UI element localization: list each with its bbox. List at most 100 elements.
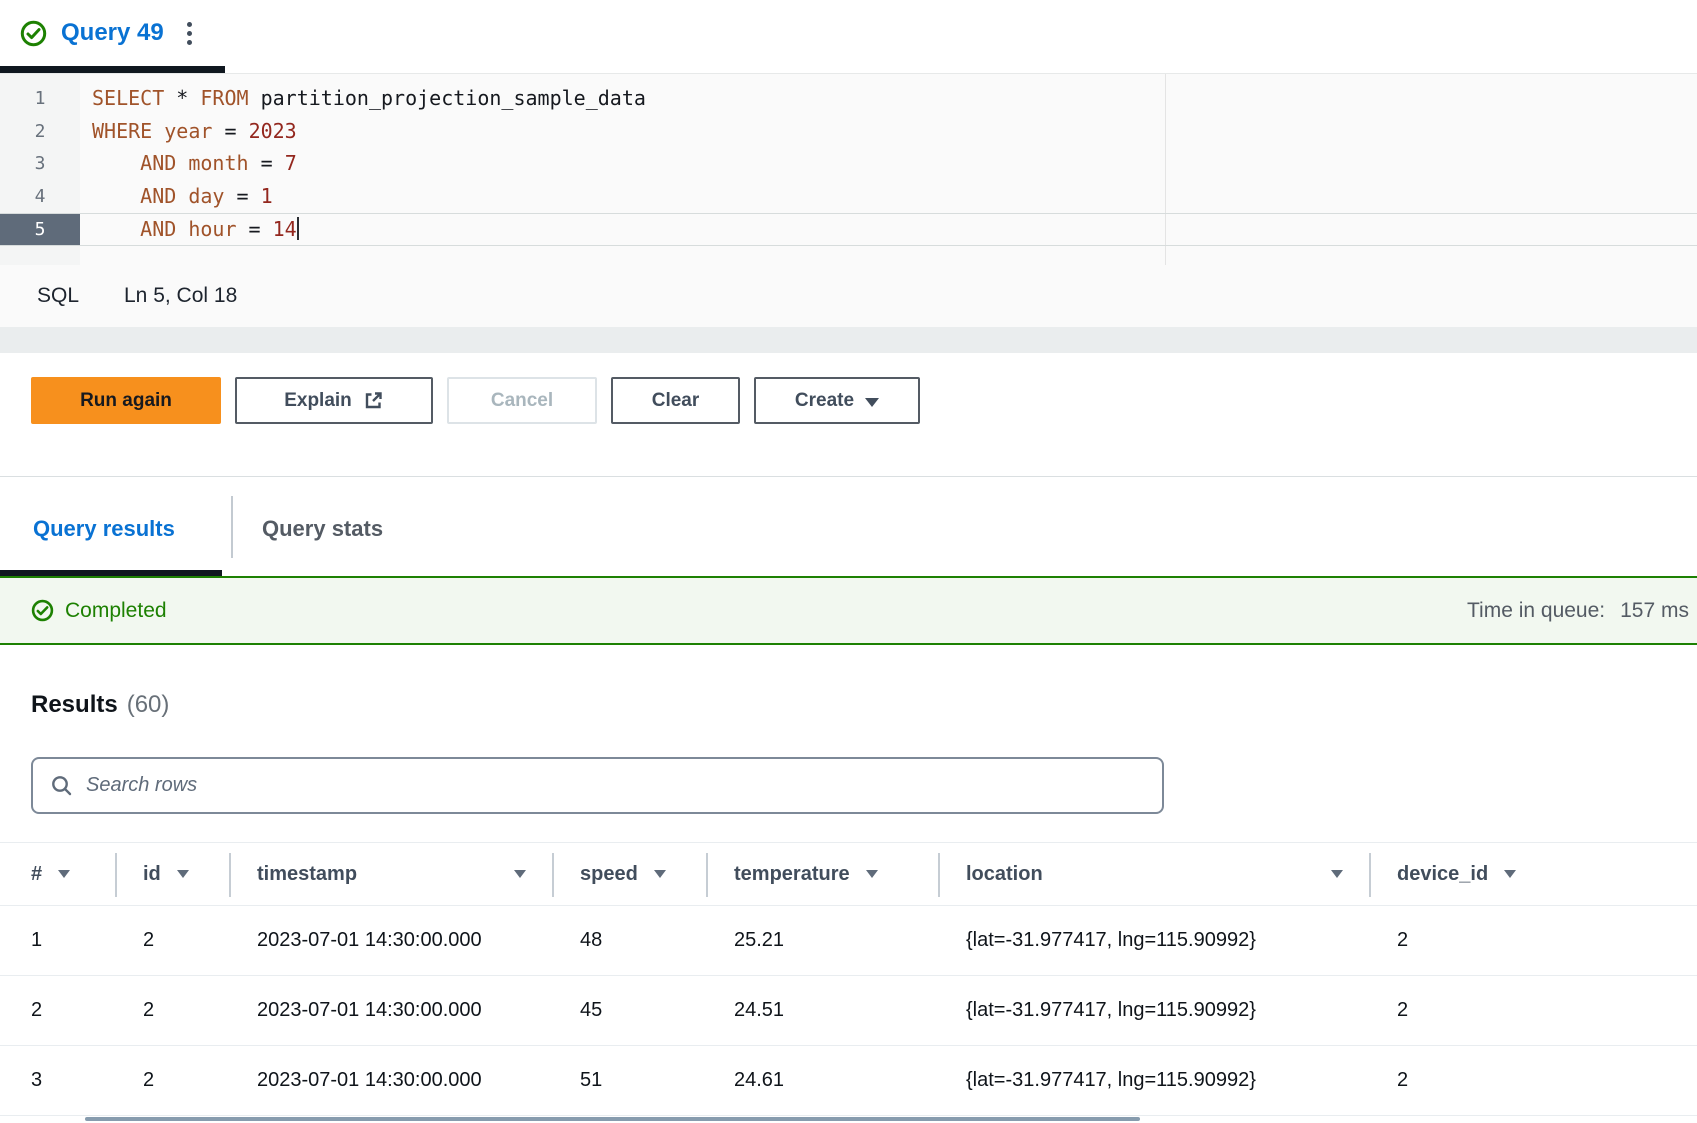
line-number: 2 (0, 116, 80, 149)
table-cell: 2 (1371, 906, 1697, 975)
table-cell: {lat=-31.977417, lng=115.90992} (940, 1046, 1371, 1115)
column-label: id (143, 863, 161, 886)
search-rows-box (31, 757, 1164, 814)
code-text: SELECT * FROM partition_projection_sampl… (80, 83, 646, 116)
column-header-timestamp: timestamp (231, 843, 554, 905)
table-cell: 2 (1371, 1046, 1697, 1115)
filter-icon[interactable] (654, 870, 666, 878)
explain-label: Explain (284, 390, 352, 412)
table-row: 222023-07-01 14:30:00.0004524.51{lat=-31… (0, 976, 1697, 1046)
table-cell: 25.21 (708, 906, 940, 975)
chevron-down-icon (865, 398, 879, 407)
line-number: 4 (0, 181, 80, 214)
table-cell: {lat=-31.977417, lng=115.90992} (940, 906, 1371, 975)
success-check-icon (20, 20, 47, 47)
column-label: speed (580, 863, 638, 886)
table-cell: 3 (0, 1046, 117, 1115)
results-tab-bar: Query results Query stats (0, 476, 1697, 576)
table-cell: 2 (117, 906, 231, 975)
line-number: 3 (0, 148, 80, 181)
tab-query-results[interactable]: Query results (33, 516, 175, 542)
results-table: # id timestamp speed temperature location devi… (0, 842, 1697, 1116)
editor-line[interactable]: 4 AND day = 1 (0, 181, 1697, 214)
column-header-id: id (117, 843, 231, 905)
filter-icon[interactable] (177, 870, 189, 878)
column-header-speed: speed (554, 843, 708, 905)
clear-button[interactable]: Clear (611, 377, 740, 424)
panel-divider (0, 327, 1697, 353)
cursor-position: Ln 5, Col 18 (124, 265, 237, 327)
query-tab-title: Query 49 (61, 19, 164, 47)
table-body: 122023-07-01 14:30:00.0004825.21{lat=-31… (0, 906, 1697, 1116)
column-label: device_id (1397, 863, 1488, 886)
editor-lines: 1SELECT * FROM partition_projection_samp… (0, 74, 1697, 246)
table-cell: 24.51 (708, 976, 940, 1045)
table-cell: 2023-07-01 14:30:00.000 (231, 906, 554, 975)
table-row: 122023-07-01 14:30:00.0004825.21{lat=-31… (0, 906, 1697, 976)
completed-label: Completed (65, 599, 167, 623)
tab-divider (231, 496, 233, 558)
filter-icon[interactable] (514, 870, 526, 878)
query-status-banner: Completed Time in queue: 157 ms (0, 576, 1697, 645)
filter-icon[interactable] (1504, 870, 1516, 878)
column-header-device_id: device_id (1371, 843, 1697, 905)
results-count: (60) (127, 691, 170, 718)
filter-icon[interactable] (58, 870, 70, 878)
queue-time-value: 157 ms (1620, 599, 1689, 623)
table-cell: 2023-07-01 14:30:00.000 (231, 1046, 554, 1115)
code-text: WHERE year = 2023 (80, 116, 297, 149)
active-tab-underline (0, 66, 225, 73)
line-number: 1 (0, 83, 80, 116)
column-header-temperature: temperature (708, 843, 940, 905)
editor-line[interactable]: 2WHERE year = 2023 (0, 116, 1697, 149)
run-again-button[interactable]: Run again (31, 377, 221, 424)
create-label: Create (795, 390, 854, 412)
completed-check-icon (31, 599, 54, 622)
horizontal-scrollbar-thumb[interactable] (85, 1117, 1140, 1121)
table-cell: 2 (1371, 976, 1697, 1045)
sql-editor[interactable]: 1SELECT * FROM partition_projection_samp… (0, 74, 1697, 265)
text-cursor (297, 217, 299, 240)
query-tab-bar: Query 49 (0, 0, 1697, 74)
column-header-location: location (940, 843, 1371, 905)
editor-status-bar: SQL Ln 5, Col 18 (0, 265, 1697, 327)
create-button[interactable]: Create (754, 377, 920, 424)
search-input[interactable] (86, 759, 1162, 812)
tab-query-stats[interactable]: Query stats (262, 516, 383, 542)
external-link-icon (363, 390, 384, 411)
table-cell: 24.61 (708, 1046, 940, 1115)
language-label: SQL (37, 265, 79, 327)
table-header-row: # id timestamp speed temperature location devi… (0, 842, 1697, 906)
column-header-num: # (0, 843, 117, 905)
table-cell: 2 (0, 976, 117, 1045)
table-cell: 51 (554, 1046, 708, 1115)
line-number: 5 (0, 214, 80, 245)
results-title: Results (31, 691, 118, 718)
filter-icon[interactable] (1331, 870, 1343, 878)
editor-line[interactable]: 5 AND hour = 14 (0, 213, 1697, 246)
table-cell: 48 (554, 906, 708, 975)
code-text: AND hour = 14 (80, 214, 299, 245)
column-label: temperature (734, 863, 850, 886)
query-tab[interactable]: Query 49 (20, 0, 196, 66)
table-cell: 45 (554, 976, 708, 1045)
editor-line[interactable]: 3 AND month = 7 (0, 148, 1697, 181)
kebab-menu-icon[interactable] (183, 18, 196, 49)
filter-icon[interactable] (866, 870, 878, 878)
table-row: 322023-07-01 14:30:00.0005124.61{lat=-31… (0, 1046, 1697, 1116)
search-icon (50, 774, 74, 798)
table-cell: 2023-07-01 14:30:00.000 (231, 976, 554, 1045)
table-cell: 2 (117, 976, 231, 1045)
explain-button[interactable]: Explain (235, 377, 433, 424)
table-cell: {lat=-31.977417, lng=115.90992} (940, 976, 1371, 1045)
results-heading: Results (60) (31, 691, 169, 719)
table-cell: 1 (0, 906, 117, 975)
column-label: timestamp (257, 863, 357, 886)
table-cell: 2 (117, 1046, 231, 1115)
editor-line[interactable]: 1SELECT * FROM partition_projection_samp… (0, 83, 1697, 116)
column-label: # (31, 863, 42, 886)
cancel-button[interactable]: Cancel (447, 377, 597, 424)
queue-time-label: Time in queue: (1467, 599, 1605, 623)
athena-query-editor: Query 49 1SELECT * FROM partition_projec… (0, 0, 1697, 1123)
code-text: AND day = 1 (80, 181, 273, 214)
